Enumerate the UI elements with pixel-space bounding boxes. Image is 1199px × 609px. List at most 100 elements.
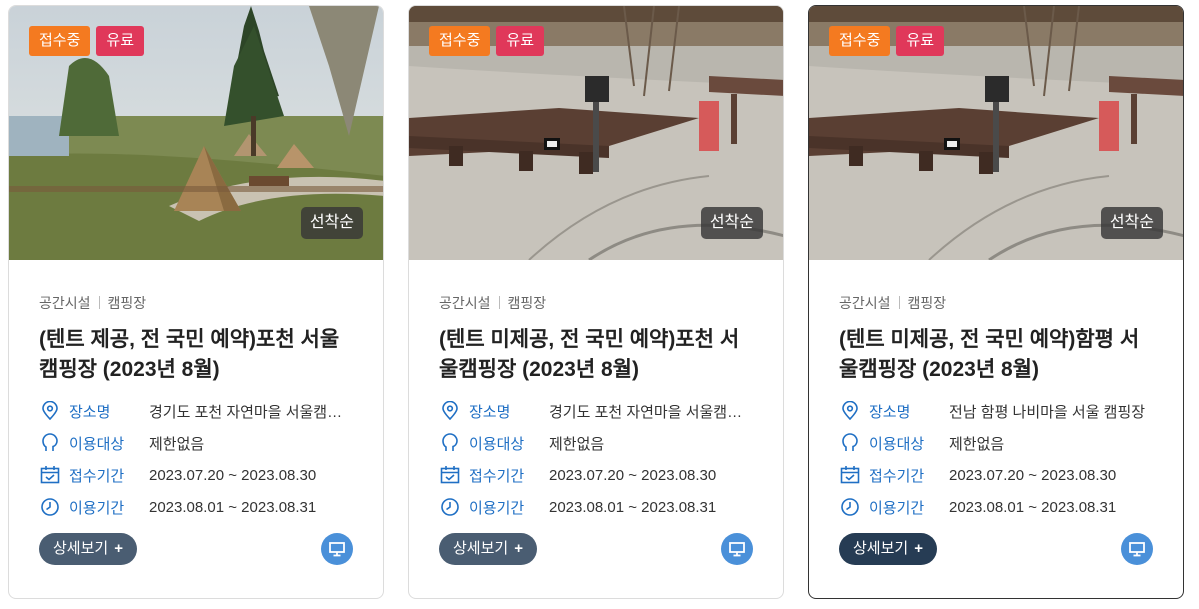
monitor-icon bbox=[729, 542, 745, 557]
user-icon bbox=[39, 432, 61, 454]
user-icon bbox=[839, 432, 861, 454]
plus-icon: + bbox=[514, 540, 523, 557]
clock-icon bbox=[439, 496, 461, 518]
info-list: 장소명 전남 함평 나비마을 서울 캠핑장 이용대상 제한없음 접수기간 202… bbox=[839, 395, 1153, 523]
target-value: 제한없음 bbox=[149, 435, 205, 453]
clock-icon bbox=[839, 496, 861, 518]
badge-group: 접수중 유료 bbox=[829, 26, 945, 56]
program-card[interactable]: 접수중 유료 선착순 공간시설 캠핑장 (텐트 제공, 전 국민 예약)포천 서울… bbox=[8, 5, 384, 599]
plus-icon: + bbox=[914, 540, 923, 557]
info-row-place: 장소명 전남 함평 나비마을 서울 캠핑장 bbox=[839, 395, 1153, 427]
target-value: 제한없음 bbox=[549, 435, 605, 453]
card-title[interactable]: (텐트 제공, 전 국민 예약)포천 서울캠핑장 (2023년 8월) bbox=[39, 325, 353, 385]
clock-icon bbox=[39, 496, 61, 518]
info-row-place: 장소명 경기도 포천 자연마을 서울캠핑장 bbox=[39, 395, 353, 427]
program-card-list: 접수중 유료 선착순 공간시설 캠핑장 (텐트 제공, 전 국민 예약)포천 서울… bbox=[0, 0, 1199, 609]
status-badge: 접수중 bbox=[829, 26, 891, 56]
subcategory-label: 캠핑장 bbox=[507, 295, 547, 311]
location-pin-icon bbox=[39, 400, 61, 422]
info-row-use-period: 이용기간 2023.08.01 ~ 2023.08.31 bbox=[39, 491, 353, 523]
target-value: 제한없음 bbox=[949, 435, 1005, 453]
card-body: 공간시설 캠핑장 (텐트 제공, 전 국민 예약)포천 서울캠핑장 (2023년 … bbox=[39, 260, 353, 523]
pc-monitor-button[interactable] bbox=[721, 533, 753, 565]
user-icon bbox=[439, 432, 461, 454]
first-come-tag: 선착순 bbox=[300, 207, 363, 239]
calendar-icon bbox=[39, 464, 61, 486]
pc-monitor-button[interactable] bbox=[1121, 533, 1153, 565]
category-breadcrumb: 공간시설 캠핑장 bbox=[39, 293, 353, 313]
place-value: 경기도 포천 자연마을 서울캠핑장 bbox=[149, 403, 353, 421]
card-title[interactable]: (텐트 미제공, 전 국민 예약)함평 서울캠핑장 (2023년 8월) bbox=[839, 325, 1153, 385]
calendar-icon bbox=[439, 464, 461, 486]
category-label: 공간시설 bbox=[439, 295, 491, 311]
use-period-value: 2023.08.01 ~ 2023.08.31 bbox=[949, 498, 1117, 516]
target-label: 이용대상 bbox=[69, 435, 125, 453]
card-thumbnail[interactable]: 접수중 유료 선착순 bbox=[409, 6, 783, 260]
detail-button-label: 상세보기 bbox=[853, 540, 909, 557]
apply-period-value: 2023.07.20 ~ 2023.08.30 bbox=[149, 466, 317, 484]
apply-period-value: 2023.07.20 ~ 2023.08.30 bbox=[949, 466, 1117, 484]
info-row-apply-period: 접수기간 2023.07.20 ~ 2023.08.30 bbox=[839, 459, 1153, 491]
info-list: 장소명 경기도 포천 자연마을 서울캠핑장 이용대상 제한없음 접수기간 202… bbox=[39, 395, 353, 523]
detail-button[interactable]: 상세보기 + bbox=[839, 533, 937, 565]
location-pin-icon bbox=[839, 400, 861, 422]
first-come-tag: 선착순 bbox=[700, 207, 763, 239]
card-footer: 상세보기 + bbox=[39, 533, 353, 565]
info-row-target: 이용대상 제한없음 bbox=[839, 427, 1153, 459]
place-value: 경기도 포천 자연마을 서울캠핑장 bbox=[549, 403, 753, 421]
detail-button-label: 상세보기 bbox=[453, 540, 509, 557]
apply-period-label: 접수기간 bbox=[69, 467, 125, 485]
apply-period-label: 접수기간 bbox=[469, 467, 525, 485]
card-footer: 상세보기 + bbox=[439, 533, 753, 565]
status-badge: 접수중 bbox=[429, 26, 491, 56]
info-row-target: 이용대상 제한없음 bbox=[439, 427, 753, 459]
place-label: 장소명 bbox=[869, 403, 911, 421]
info-row-target: 이용대상 제한없음 bbox=[39, 427, 353, 459]
category-label: 공간시설 bbox=[839, 295, 891, 311]
detail-button-label: 상세보기 bbox=[53, 540, 109, 557]
detail-button[interactable]: 상세보기 + bbox=[439, 533, 537, 565]
fee-badge: 유료 bbox=[496, 26, 545, 56]
fee-badge: 유료 bbox=[896, 26, 945, 56]
card-footer: 상세보기 + bbox=[839, 533, 1153, 565]
info-row-place: 장소명 경기도 포천 자연마을 서울캠핑장 bbox=[439, 395, 753, 427]
card-body: 공간시설 캠핑장 (텐트 미제공, 전 국민 예약)함평 서울캠핑장 (2023년… bbox=[839, 260, 1153, 523]
use-period-label: 이용기간 bbox=[69, 499, 125, 517]
card-thumbnail[interactable]: 접수중 유료 선착순 bbox=[809, 6, 1183, 260]
badge-group: 접수중 유료 bbox=[29, 26, 145, 56]
plus-icon: + bbox=[114, 540, 123, 557]
subcategory-label: 캠핑장 bbox=[907, 295, 947, 311]
card-thumbnail[interactable]: 접수중 유료 선착순 bbox=[9, 6, 383, 260]
info-row-use-period: 이용기간 2023.08.01 ~ 2023.08.31 bbox=[839, 491, 1153, 523]
use-period-label: 이용기간 bbox=[469, 499, 525, 517]
category-breadcrumb: 공간시설 캠핑장 bbox=[439, 293, 753, 313]
program-card[interactable]: 접수중 유료 선착순 공간시설 캠핑장 (텐트 미제공, 전 국민 예약)함평 서… bbox=[808, 5, 1184, 599]
info-list: 장소명 경기도 포천 자연마을 서울캠핑장 이용대상 제한없음 접수기간 202… bbox=[439, 395, 753, 523]
card-title[interactable]: (텐트 미제공, 전 국민 예약)포천 서울캠핑장 (2023년 8월) bbox=[439, 325, 753, 385]
location-pin-icon bbox=[439, 400, 461, 422]
status-badge: 접수중 bbox=[29, 26, 91, 56]
program-card[interactable]: 접수중 유료 선착순 공간시설 캠핑장 (텐트 미제공, 전 국민 예약)포천 서… bbox=[408, 5, 784, 599]
use-period-value: 2023.08.01 ~ 2023.08.31 bbox=[149, 498, 317, 516]
use-period-value: 2023.08.01 ~ 2023.08.31 bbox=[549, 498, 717, 516]
divider bbox=[498, 296, 500, 309]
place-label: 장소명 bbox=[469, 403, 511, 421]
monitor-icon bbox=[329, 542, 345, 557]
subcategory-label: 캠핑장 bbox=[107, 295, 147, 311]
calendar-icon bbox=[839, 464, 861, 486]
card-body: 공간시설 캠핑장 (텐트 미제공, 전 국민 예약)포천 서울캠핑장 (2023년… bbox=[439, 260, 753, 523]
monitor-icon bbox=[1129, 542, 1145, 557]
info-row-apply-period: 접수기간 2023.07.20 ~ 2023.08.30 bbox=[39, 459, 353, 491]
first-come-tag: 선착순 bbox=[1100, 207, 1163, 239]
target-label: 이용대상 bbox=[869, 435, 925, 453]
apply-period-label: 접수기간 bbox=[869, 467, 925, 485]
apply-period-value: 2023.07.20 ~ 2023.08.30 bbox=[549, 466, 717, 484]
target-label: 이용대상 bbox=[469, 435, 525, 453]
divider bbox=[898, 296, 900, 309]
detail-button[interactable]: 상세보기 + bbox=[39, 533, 137, 565]
divider bbox=[98, 296, 100, 309]
info-row-use-period: 이용기간 2023.08.01 ~ 2023.08.31 bbox=[439, 491, 753, 523]
use-period-label: 이용기간 bbox=[869, 499, 925, 517]
fee-badge: 유료 bbox=[96, 26, 145, 56]
pc-monitor-button[interactable] bbox=[321, 533, 353, 565]
